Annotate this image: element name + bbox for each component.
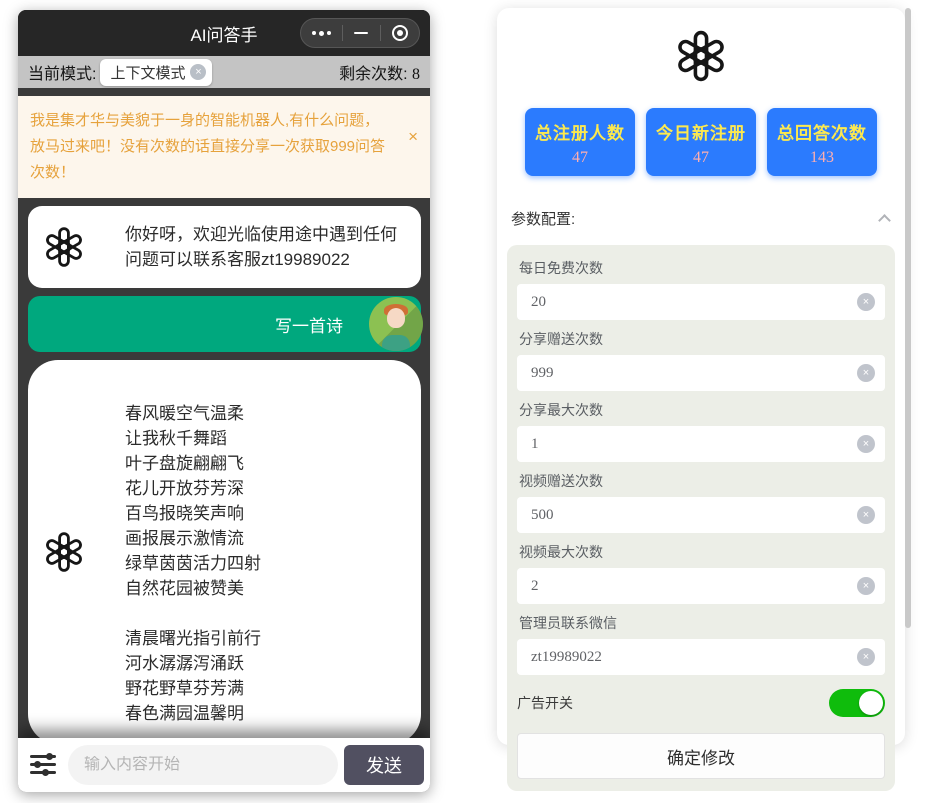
minimize-icon[interactable]: [354, 32, 368, 34]
poem-text: 春风暖空气温柔 让我秋千舞蹈 叶子盘旋翩翩飞 花儿开放芬芳深 百鸟报晓笑声响 画…: [125, 404, 261, 723]
clear-icon[interactable]: ×: [857, 364, 875, 382]
user-message-text: 写一首诗: [275, 312, 343, 337]
remaining-count: 剩余次数: 8: [339, 60, 420, 84]
field-share-max: ×: [517, 426, 885, 462]
ad-switch-row: 广告开关: [517, 689, 885, 717]
notice-text: 我是集才华与美貌于一身的智能机器人,有什么问题， 放马过来吧！没有次数的话直接分…: [30, 112, 385, 181]
section-header: 参数配置:: [511, 208, 889, 229]
bot-message-text: 你好呀，欢迎光临使用途中遇到任何问题可以联系客服zt19989022: [125, 225, 397, 269]
page-title: AI问答手: [190, 21, 257, 46]
notice-banner: 我是集才华与美貌于一身的智能机器人,有什么问题， 放马过来吧！没有次数的话直接分…: [18, 96, 430, 198]
stat-value: 143: [767, 149, 877, 167]
mini-program-window: AI问答手 当前模式: 上下文模式 × 剩余次数: 8 我是集才华与美貌于一身的…: [18, 10, 430, 792]
chat-input-bar: 发送: [18, 738, 430, 792]
capsule-divider: [380, 25, 381, 41]
daily-free-input[interactable]: [517, 284, 885, 320]
openai-logo-icon: [42, 225, 86, 269]
video-bonus-input[interactable]: [517, 497, 885, 533]
submit-button[interactable]: 确定修改: [517, 733, 885, 779]
page-scrollbar[interactable]: [905, 8, 911, 628]
chip-close-icon[interactable]: ×: [190, 64, 206, 80]
capsule-divider: [342, 25, 343, 41]
stat-label: 总回答次数: [767, 119, 877, 144]
clear-icon[interactable]: ×: [857, 648, 875, 666]
user-message: 写一首诗: [28, 296, 421, 352]
field-share-bonus: ×: [517, 355, 885, 391]
clear-icon[interactable]: ×: [857, 293, 875, 311]
field-label-video-bonus: 视频赠送次数: [519, 471, 885, 491]
chat-area[interactable]: 我是集才华与美貌于一身的智能机器人,有什么问题， 放马过来吧！没有次数的话直接分…: [18, 88, 430, 738]
notice-close-icon[interactable]: ×: [408, 124, 418, 150]
openai-logo-icon: [673, 28, 729, 84]
mode-chip[interactable]: 上下文模式 ×: [100, 59, 212, 86]
toggle-knob: [859, 691, 883, 715]
exit-icon[interactable]: [392, 25, 408, 41]
stat-card-total-answers: 总回答次数 143: [767, 108, 877, 176]
stat-value: 47: [525, 149, 635, 167]
field-label-daily-free: 每日免费次数: [519, 258, 885, 278]
stat-label: 今日新注册: [646, 119, 756, 144]
field-label-video-max: 视频最大次数: [519, 542, 885, 562]
chevron-up-icon[interactable]: [878, 214, 891, 227]
field-label-share-max: 分享最大次数: [519, 400, 885, 420]
stat-card-total-users: 总注册人数 47: [525, 108, 635, 176]
bot-message-welcome: 你好呀，欢迎光临使用途中遇到任何问题可以联系客服zt19989022: [28, 206, 421, 288]
clear-icon[interactable]: ×: [857, 435, 875, 453]
field-label-share-bonus: 分享赠送次数: [519, 329, 885, 349]
admin-wechat-input[interactable]: [517, 639, 885, 675]
stats-row: 总注册人数 47 今日新注册 47 总回答次数 143: [497, 108, 905, 176]
config-form: 每日免费次数 × 分享赠送次数 × 分享最大次数 × 视频赠送次数 × 视频最大…: [507, 245, 895, 791]
field-admin-wechat: ×: [517, 639, 885, 675]
remaining-value: 8: [412, 66, 420, 83]
stat-card-new-today: 今日新注册 47: [646, 108, 756, 176]
field-daily-free: ×: [517, 284, 885, 320]
admin-logo-wrap: [497, 28, 905, 84]
share-bonus-input[interactable]: [517, 355, 885, 391]
bot-message-poem: 春风暖空气温柔 让我秋千舞蹈 叶子盘旋翩翩飞 花儿开放芬芳深 百鸟报晓笑声响 画…: [28, 360, 421, 738]
more-icon[interactable]: [312, 31, 331, 36]
admin-panel: 总注册人数 47 今日新注册 47 总回答次数 143 参数配置: 每日免费次数…: [497, 8, 905, 745]
clear-icon[interactable]: ×: [857, 506, 875, 524]
sliders-icon[interactable]: [30, 752, 60, 778]
mode-label: 当前模式:: [28, 60, 96, 84]
share-max-input[interactable]: [517, 426, 885, 462]
capsule-menu: [300, 18, 420, 48]
mode-chip-label: 上下文模式: [110, 62, 185, 83]
video-max-input[interactable]: [517, 568, 885, 604]
stat-label: 总注册人数: [525, 119, 635, 144]
field-label-admin-wechat: 管理员联系微信: [519, 613, 885, 633]
titlebar: AI问答手: [18, 10, 430, 56]
ad-switch-toggle[interactable]: [829, 689, 885, 717]
mode-bar: 当前模式: 上下文模式 × 剩余次数: 8: [18, 56, 430, 88]
message-input-pill: [68, 745, 338, 785]
send-button[interactable]: 发送: [344, 745, 424, 785]
clear-icon[interactable]: ×: [857, 577, 875, 595]
field-video-bonus: ×: [517, 497, 885, 533]
openai-logo-icon: [42, 530, 86, 574]
field-video-max: ×: [517, 568, 885, 604]
section-title: 参数配置:: [511, 208, 880, 229]
message-input[interactable]: [68, 756, 338, 774]
stat-value: 47: [646, 149, 756, 167]
ad-switch-label: 广告开关: [517, 693, 829, 713]
user-avatar: [369, 297, 423, 351]
